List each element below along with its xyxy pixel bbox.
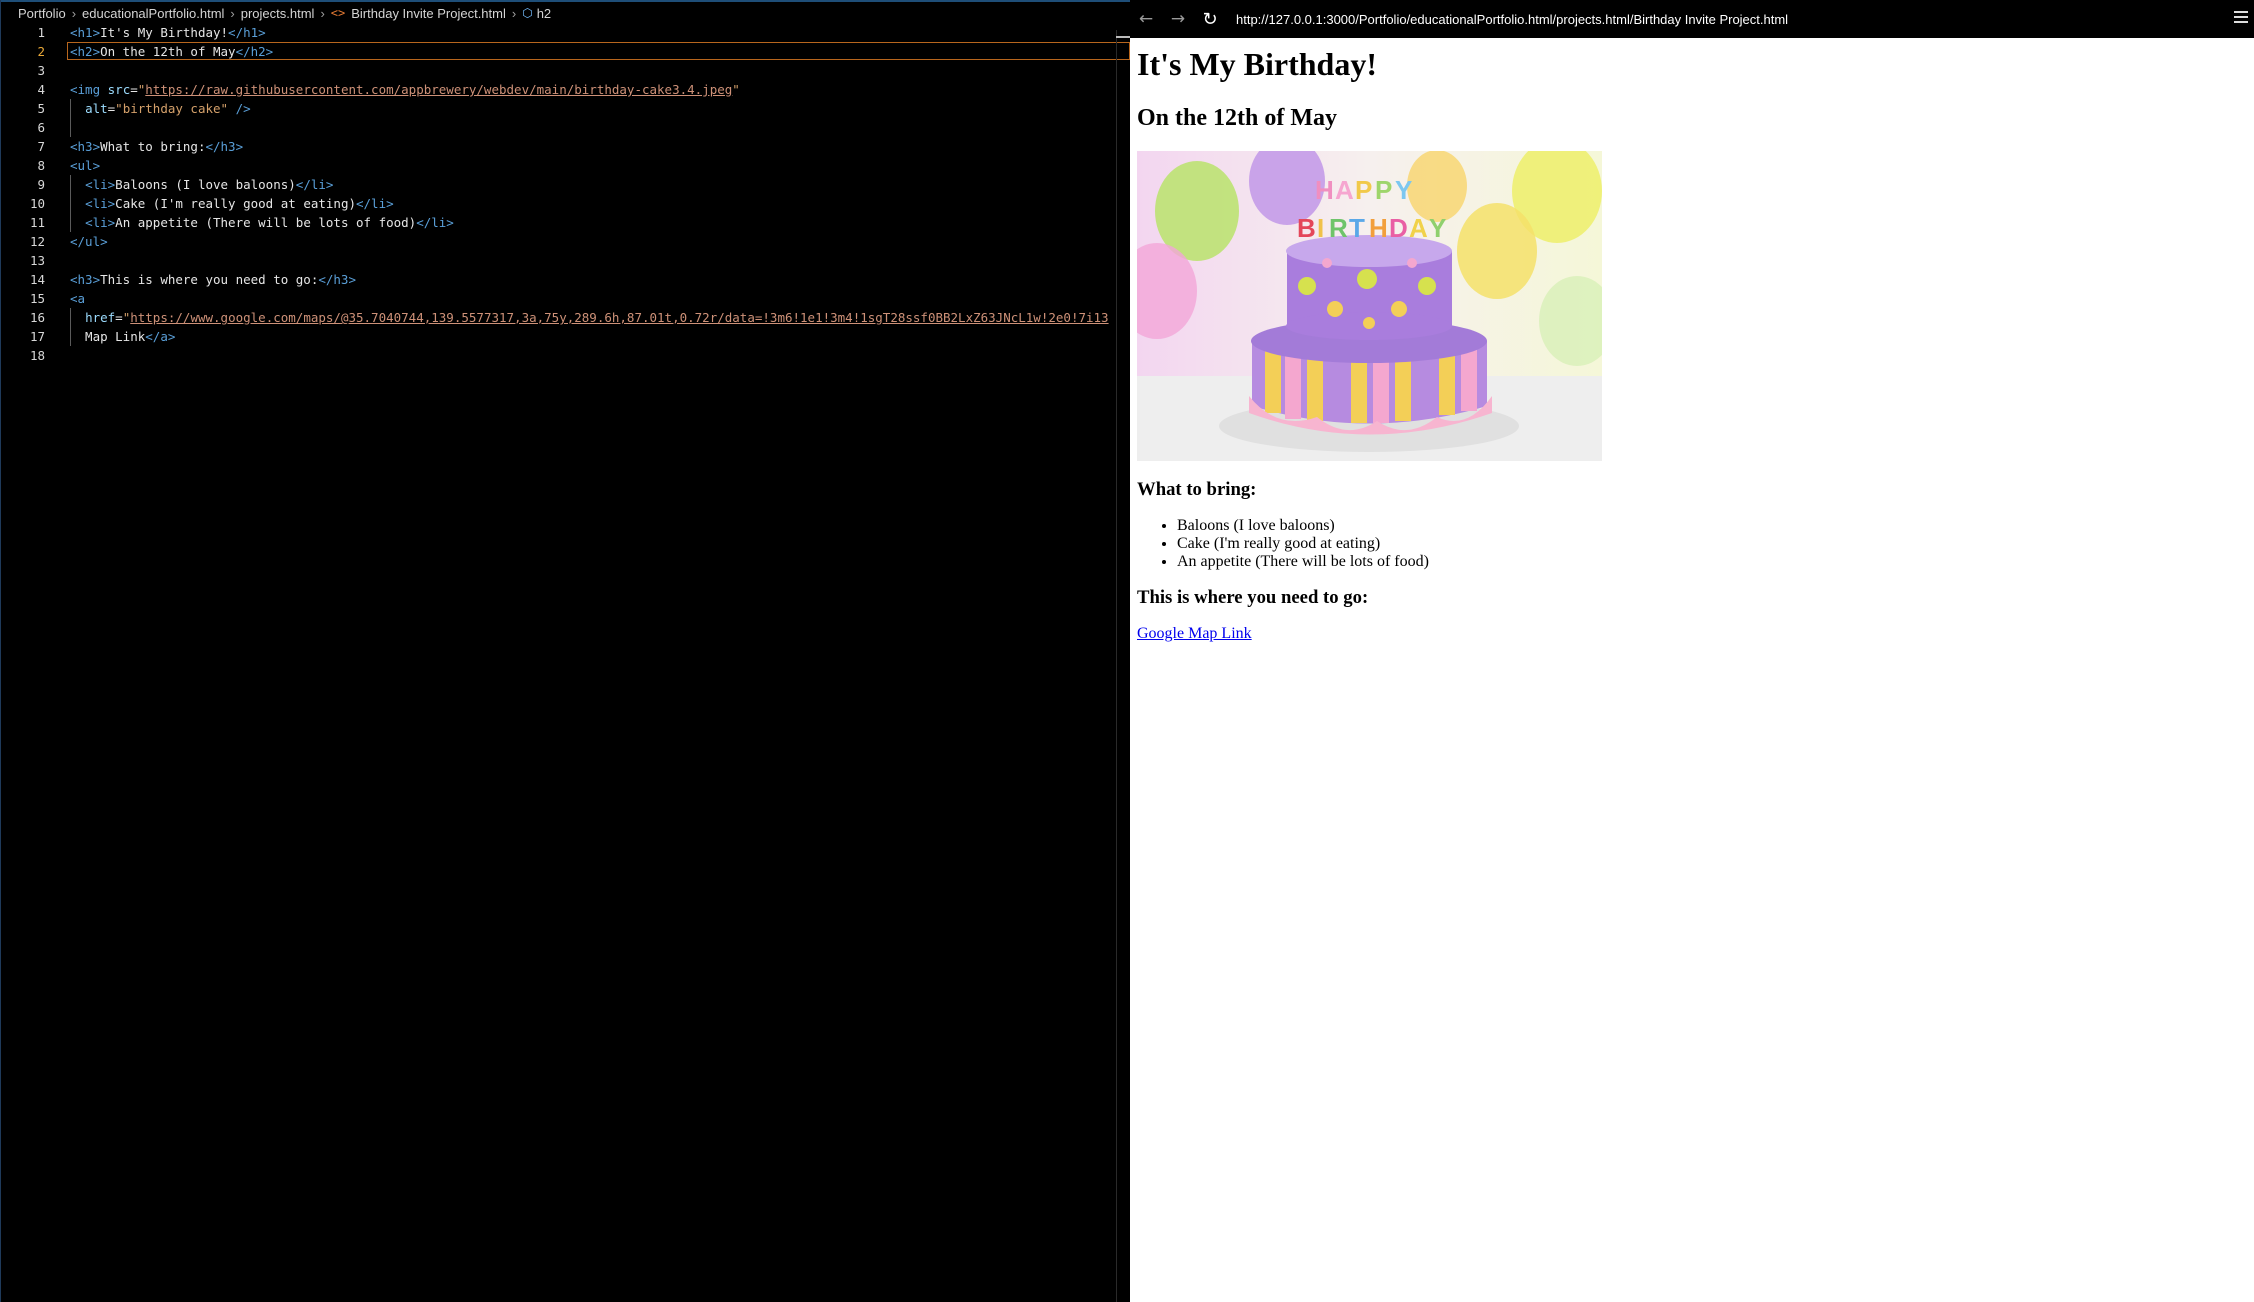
code-area[interactable]: 1 <h1>It's My Birthday!</h1> 2 <h2>On the 1… xyxy=(1,23,1130,365)
svg-text:A: A xyxy=(1409,213,1428,243)
svg-text:B: B xyxy=(1297,213,1316,243)
indent-guide xyxy=(70,118,71,137)
chevron-right-icon: › xyxy=(320,5,325,21)
list-item: Baloons (I love baloons) xyxy=(1177,517,2247,535)
code-line[interactable]: 2 <h2>On the 12th of May</h2> xyxy=(1,42,1130,61)
address-bar[interactable]: http://127.0.0.1:3000/Portfolio/educatio… xyxy=(1236,12,1788,27)
line-number: 12 xyxy=(29,234,45,249)
svg-text:P: P xyxy=(1355,175,1372,205)
code-text[interactable]: <li>Baloons (I love baloons)</li> xyxy=(70,175,333,194)
minimap-ruler xyxy=(1116,30,1117,1302)
line-number: 15 xyxy=(29,291,45,306)
line-number: 10 xyxy=(29,196,45,211)
line-number: 8 xyxy=(37,158,45,173)
what-to-bring-heading: What to bring: xyxy=(1137,479,1257,500)
code-line[interactable]: 4 <img src="https://raw.githubusercontent… xyxy=(1,80,1130,99)
browser-toolbar: ← → ↻ http://127.0.0.1:3000/Portfolio/ed… xyxy=(1130,0,2254,38)
code-text[interactable]: </ul> xyxy=(70,232,108,251)
code-line[interactable]: 7 <h3>What to bring:</h3> xyxy=(1,137,1130,156)
breadcrumb-item-portfolio[interactable]: Portfolio xyxy=(18,6,66,21)
rendered-page: It's My Birthday! On the 12th of May H A… xyxy=(1130,38,2254,651)
breadcrumb-item-symbol[interactable]: h2 xyxy=(537,6,551,21)
code-text[interactable]: Map Link</a> xyxy=(70,327,175,346)
code-line[interactable]: 6 xyxy=(1,118,1130,137)
code-line[interactable]: 9 <li>Baloons (I love baloons)</li> xyxy=(1,175,1130,194)
code-line[interactable]: 8 <ul> xyxy=(1,156,1130,175)
birthday-cake-image: HA PP Y BI RT HD AY xyxy=(1137,151,1602,461)
code-text[interactable]: <h3>What to bring:</h3> xyxy=(70,137,243,156)
line-number: 9 xyxy=(37,177,45,192)
breadcrumb-item-educational-portfolio[interactable]: educationalPortfolio.html xyxy=(82,6,224,21)
forward-arrow-icon[interactable]: → xyxy=(1162,9,1194,29)
code-text[interactable]: <h1>It's My Birthday!</h1> xyxy=(70,23,266,42)
line-number: 1 xyxy=(37,25,45,40)
google-map-link[interactable]: Google Map Link xyxy=(1137,625,1252,642)
svg-text:R: R xyxy=(1329,213,1348,243)
bring-list: Baloons (I love baloons) Cake (I'm reall… xyxy=(1137,517,2247,571)
line-number: 3 xyxy=(37,63,45,78)
list-item: Cake (I'm really good at eating) xyxy=(1177,535,2247,553)
line-number: 7 xyxy=(37,139,45,154)
list-item: An appetite (There will be lots of food) xyxy=(1177,553,2247,571)
back-arrow-icon[interactable]: ← xyxy=(1130,9,1162,29)
svg-text:Y: Y xyxy=(1395,175,1412,205)
svg-text:P: P xyxy=(1375,175,1392,205)
line-number: 6 xyxy=(37,120,45,135)
code-text[interactable]: <ul> xyxy=(70,156,100,175)
breadcrumb-item-projects[interactable]: projects.html xyxy=(241,6,315,21)
line-number: 14 xyxy=(29,272,45,287)
where-to-go-heading: This is where you need to go: xyxy=(1137,587,1369,608)
svg-text:A: A xyxy=(1335,175,1354,205)
code-line[interactable]: 1 <h1>It's My Birthday!</h1> xyxy=(1,23,1130,42)
chevron-right-icon: › xyxy=(71,5,77,21)
code-line[interactable]: 10 <li>Cake (I'm really good at eating)<… xyxy=(1,194,1130,213)
svg-text:Y: Y xyxy=(1429,213,1446,243)
code-text[interactable]: <li>Cake (I'm really good at eating)</li… xyxy=(70,194,394,213)
svg-text:H: H xyxy=(1369,213,1388,243)
code-text[interactable]: href="https://www.google.com/maps/@35.70… xyxy=(70,308,1109,327)
menu-icon[interactable] xyxy=(2234,11,2248,26)
svg-text:I: I xyxy=(1317,213,1324,243)
code-text[interactable]: <a xyxy=(70,289,85,308)
code-text[interactable]: <li>An appetite (There will be lots of f… xyxy=(70,213,454,232)
code-line[interactable]: 12 </ul> xyxy=(1,232,1130,251)
symbol-element-icon: ⬡ xyxy=(522,6,533,20)
code-line[interactable]: 3 xyxy=(1,61,1130,80)
html-file-icon: <> xyxy=(330,6,346,20)
code-line[interactable]: 15 <a xyxy=(1,289,1130,308)
line-number: 2 xyxy=(37,44,45,59)
line-number: 16 xyxy=(29,310,45,325)
code-line[interactable]: 17 Map Link</a> xyxy=(1,327,1130,346)
scrollbar-thumb[interactable] xyxy=(1116,36,1130,38)
browser-preview: ← → ↻ http://127.0.0.1:3000/Portfolio/ed… xyxy=(1130,0,2254,1302)
code-text[interactable]: <img src="https://raw.githubusercontent.… xyxy=(70,80,740,99)
code-line[interactable]: 13 xyxy=(1,251,1130,270)
code-editor[interactable]: Portfolio › educationalPortfolio.html › … xyxy=(0,0,1130,1302)
code-line[interactable]: 5 alt="birthday cake" /> xyxy=(1,99,1130,118)
chevron-right-icon: › xyxy=(230,5,235,21)
page-heading: It's My Birthday! xyxy=(1137,46,1377,82)
reload-icon[interactable]: ↻ xyxy=(1194,9,1226,30)
line-number: 13 xyxy=(29,253,45,268)
line-number: 18 xyxy=(29,348,45,363)
line-number: 11 xyxy=(29,215,45,230)
code-line[interactable]: 16 href="https://www.google.com/maps/@35… xyxy=(1,308,1130,327)
chevron-right-icon: › xyxy=(511,5,517,21)
svg-text:H: H xyxy=(1315,175,1334,205)
code-text[interactable]: alt="birthday cake" /> xyxy=(70,99,251,118)
line-number: 4 xyxy=(37,82,45,97)
breadcrumb: Portfolio › educationalPortfolio.html › … xyxy=(18,4,551,22)
breadcrumb-item-file[interactable]: Birthday Invite Project.html xyxy=(351,6,506,21)
line-number: 17 xyxy=(29,329,45,344)
code-text[interactable]: <h3>This is where you need to go:</h3> xyxy=(70,270,356,289)
svg-text:D: D xyxy=(1389,213,1408,243)
code-line[interactable]: 14 <h3>This is where you need to go:</h3> xyxy=(1,270,1130,289)
svg-text:T: T xyxy=(1349,213,1365,243)
code-line[interactable]: 18 xyxy=(1,346,1130,365)
code-line[interactable]: 11 <li>An appetite (There will be lots o… xyxy=(1,213,1130,232)
code-text[interactable]: <h2>On the 12th of May</h2> xyxy=(70,42,273,61)
page-subheading: On the 12th of May xyxy=(1137,105,1337,131)
line-number: 5 xyxy=(37,101,45,116)
